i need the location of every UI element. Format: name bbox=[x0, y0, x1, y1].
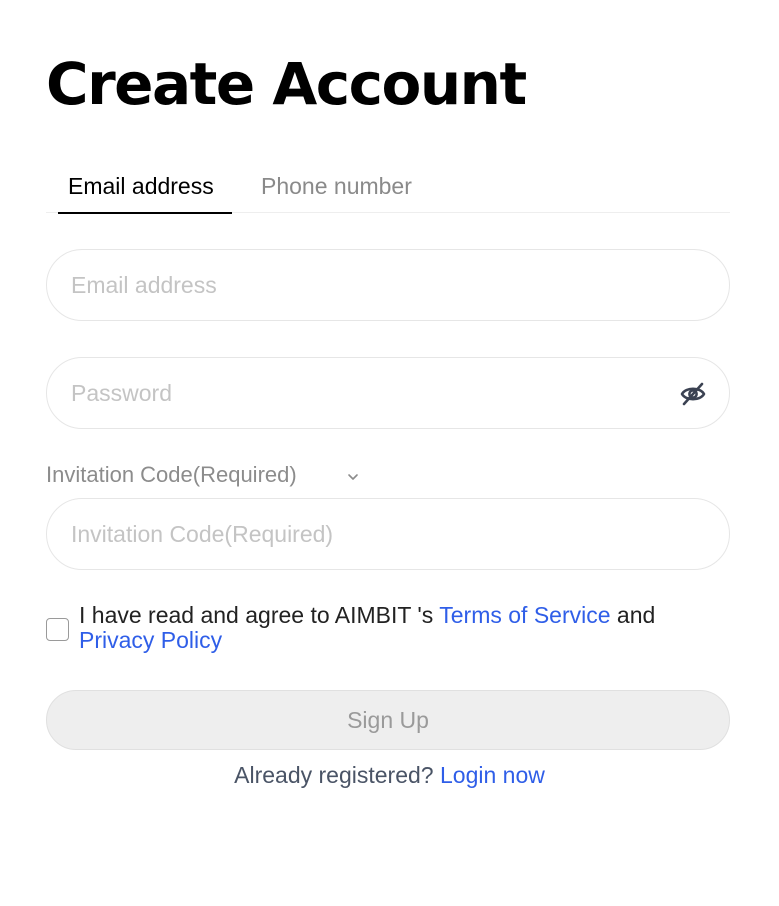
invitation-code-label[interactable]: Invitation Code(Required) bbox=[46, 462, 297, 488]
password-field-wrapper bbox=[46, 357, 730, 429]
signup-method-tabs: Email address Phone number bbox=[46, 160, 730, 214]
agreement-prefix: I have read and agree to AIMBIT 's bbox=[79, 602, 440, 628]
eye-off-icon[interactable] bbox=[679, 380, 707, 408]
email-input[interactable] bbox=[71, 250, 651, 320]
tab-phone-number[interactable]: Phone number bbox=[261, 172, 412, 200]
agree-checkbox[interactable] bbox=[46, 618, 69, 641]
password-input[interactable] bbox=[71, 358, 651, 428]
agreement-and: and bbox=[610, 602, 656, 628]
signup-page: Create Account Email address Phone numbe… bbox=[0, 0, 779, 906]
invitation-field-wrapper bbox=[46, 498, 730, 570]
invitation-code-input[interactable] bbox=[71, 499, 651, 569]
agreement-text: I have read and agree to AIMBIT 's Terms… bbox=[79, 603, 729, 653]
login-now-link[interactable]: Login now bbox=[440, 762, 545, 788]
active-tab-indicator bbox=[58, 212, 232, 214]
sign-up-button[interactable]: Sign Up bbox=[46, 690, 730, 750]
terms-of-service-link[interactable]: Terms of Service bbox=[439, 602, 610, 628]
email-field-wrapper bbox=[46, 249, 730, 321]
page-title: Create Account bbox=[46, 50, 527, 118]
privacy-policy-link[interactable]: Privacy Policy bbox=[79, 627, 222, 653]
login-prompt: Already registered? Login now bbox=[0, 762, 779, 789]
chevron-down-icon[interactable] bbox=[346, 470, 360, 484]
tab-email-address[interactable]: Email address bbox=[68, 172, 214, 200]
login-prompt-text: Already registered? bbox=[234, 762, 440, 788]
